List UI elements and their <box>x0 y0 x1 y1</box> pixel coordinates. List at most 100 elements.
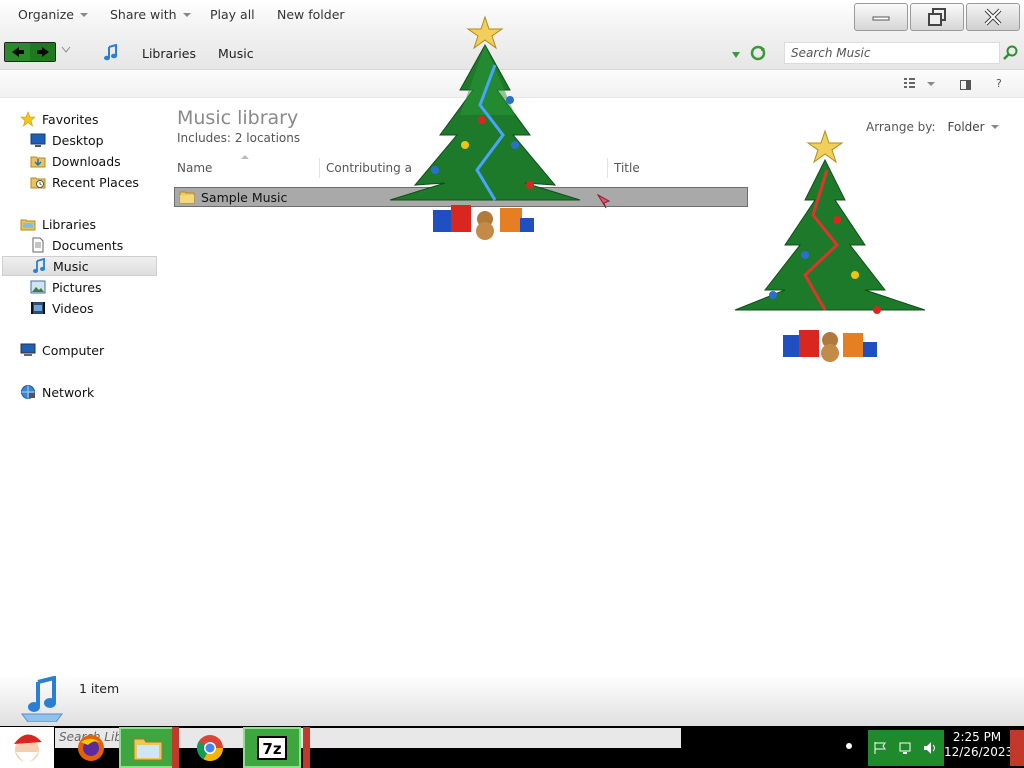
nav-label: Computer <box>42 342 105 358</box>
desktop-icon <box>30 133 46 147</box>
nav-documents[interactable]: Documents <box>30 235 123 255</box>
computer-icon <box>20 343 36 356</box>
organize-menu[interactable]: Organize <box>18 7 88 22</box>
search-button[interactable] <box>1003 45 1019 64</box>
taskbar-divider <box>172 727 179 768</box>
clock-time: 2:25 PM <box>952 730 1002 744</box>
downloads-folder-icon <box>30 156 46 168</box>
nav-label: Desktop <box>52 132 104 148</box>
search-icon <box>1003 45 1018 60</box>
address-dropdown[interactable] <box>731 48 741 62</box>
folder-icon <box>179 191 195 204</box>
music-note-icon <box>104 44 117 61</box>
firefox-icon <box>78 734 104 761</box>
chrome-icon <box>196 734 224 761</box>
system-tray <box>868 730 944 766</box>
start-button[interactable] <box>0 727 54 768</box>
restore-button[interactable] <box>910 3 964 31</box>
mouse-cursor-icon <box>597 194 611 209</box>
includes-locations-link[interactable]: 2 locations <box>235 131 300 145</box>
back-button[interactable] <box>5 43 30 61</box>
preview-pane-button[interactable] <box>960 79 971 93</box>
chevron-down-icon <box>732 52 740 58</box>
network-tray-icon[interactable] <box>898 741 912 755</box>
documents-icon <box>32 237 44 253</box>
nav-pictures[interactable]: Pictures <box>30 277 102 297</box>
library-includes: Includes: 2 locations <box>177 131 300 145</box>
recent-places-icon <box>30 177 46 189</box>
minimize-icon <box>872 16 890 21</box>
close-button[interactable] <box>966 3 1020 31</box>
volume-icon[interactable] <box>923 741 939 755</box>
refresh-button[interactable] <box>750 45 766 64</box>
network-icon <box>21 385 35 399</box>
new-folder-button[interactable]: New folder <box>277 7 345 22</box>
nav-network[interactable]: Network <box>20 382 94 402</box>
arrange-by-dropdown[interactable]: Folder <box>948 120 999 134</box>
nav-downloads[interactable]: Downloads <box>30 151 121 171</box>
help-icon: ? <box>996 77 1002 90</box>
arrange-value: Folder <box>947 120 985 134</box>
taskbar-file-explorer[interactable] <box>119 727 177 768</box>
nav-label: Favorites <box>42 111 99 127</box>
details-pane <box>0 675 1024 726</box>
column-name[interactable]: Name <box>177 155 317 179</box>
nav-computer[interactable]: Computer <box>20 340 104 360</box>
change-view-button[interactable] <box>904 78 916 88</box>
nav-label: Libraries <box>42 216 96 232</box>
clock-date: 12/26/2023 <box>944 745 1014 759</box>
taskbar-firefox[interactable] <box>62 727 120 768</box>
nav-label: Pictures <box>52 279 102 295</box>
row-name: Sample Music <box>201 189 288 205</box>
flag-icon[interactable] <box>873 741 887 755</box>
share-with-menu[interactable]: Share with <box>110 7 191 22</box>
forward-arrow-icon <box>36 47 49 57</box>
star-icon <box>20 111 36 127</box>
breadcrumb-music[interactable]: Music <box>218 46 254 61</box>
tray-indicator <box>846 743 852 749</box>
nav-label: Recent Places <box>52 174 139 190</box>
taskbar-chrome[interactable] <box>181 727 239 768</box>
nav-label: Music <box>53 258 89 274</box>
recent-pages-dropdown[interactable] <box>61 46 71 57</box>
search-input[interactable]: Search Music <box>784 42 1000 64</box>
taskbar-7zip[interactable]: 7z <box>243 727 301 768</box>
nav-music[interactable]: Music <box>2 256 157 276</box>
christmas-tree-decoration <box>734 129 926 362</box>
view-options-dropdown[interactable] <box>927 82 935 86</box>
column-title-label: Title <box>614 161 640 175</box>
libraries-icon <box>20 219 36 231</box>
file-explorer-icon <box>133 738 163 760</box>
breadcrumb-libraries[interactable]: Libraries <box>142 46 196 61</box>
pictures-icon <box>30 280 46 294</box>
7zip-icon: 7z <box>257 735 287 760</box>
back-arrow-icon <box>11 47 24 57</box>
santa-start-icon <box>14 733 47 762</box>
music-note-icon <box>33 258 45 273</box>
column-divider[interactable] <box>607 158 608 178</box>
help-button[interactable]: ? <box>996 77 1002 90</box>
play-all-button[interactable]: Play all <box>210 7 255 22</box>
chevron-down-icon <box>61 46 71 53</box>
minimize-button[interactable] <box>854 3 908 31</box>
nav-label: Documents <box>52 237 124 253</box>
close-icon <box>984 8 1002 26</box>
nav-favorites[interactable]: Favorites <box>20 109 98 129</box>
breadcrumb: Libraries Music <box>102 44 254 62</box>
column-divider[interactable] <box>319 158 320 178</box>
videos-icon <box>31 302 45 314</box>
svg-text:7z: 7z <box>262 740 281 758</box>
nav-desktop[interactable]: Desktop <box>30 130 104 150</box>
nav-label: Downloads <box>52 153 121 169</box>
show-desktop-button[interactable] <box>1010 730 1024 766</box>
chevron-down-icon <box>80 12 88 17</box>
nav-recent-places[interactable]: Recent Places <box>30 172 139 192</box>
nav-videos[interactable]: Videos <box>30 298 94 318</box>
column-name-label: Name <box>177 161 213 175</box>
forward-button[interactable] <box>30 43 55 61</box>
new-folder-label: New folder <box>277 7 345 22</box>
nav-buttons <box>4 42 56 62</box>
taskbar-clock[interactable]: 2:25 PM 12/26/2023 <box>944 730 1014 760</box>
preview-pane-icon <box>960 80 971 90</box>
nav-libraries[interactable]: Libraries <box>20 214 96 234</box>
